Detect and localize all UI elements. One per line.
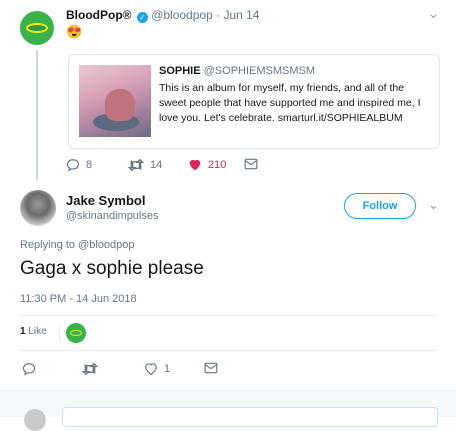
like-count: 210 [208, 158, 227, 171]
likes-stat-count: 1 [20, 326, 26, 337]
avatar-ring-graphic [26, 23, 48, 33]
tweet2-display-name[interactable]: Jake Symbol [66, 193, 146, 208]
message-action[interactable] [244, 158, 264, 170]
tweet1-display-name[interactable]: BloodPop® [66, 8, 132, 22]
retweet-action[interactable]: 14 [128, 158, 162, 172]
tweet1-handle[interactable]: @bloodpop [151, 8, 213, 22]
retweet-icon [82, 362, 98, 376]
stat-separator [59, 325, 60, 341]
tweet1-date[interactable]: Jun 14 [223, 8, 259, 22]
divider [20, 315, 436, 316]
tweet2-text: Gaga x sophie please [20, 258, 204, 279]
retweet-count: 14 [150, 159, 163, 171]
quote-display-name: SOPHIE [159, 65, 201, 77]
thread-connector-line [36, 50, 38, 180]
quote-handle: @SOPHIEMSMSMSM [203, 65, 316, 77]
heart-icon [189, 159, 201, 171]
verified-badge-icon: ✓ [136, 12, 148, 23]
reply-action[interactable] [22, 362, 42, 376]
replying-to-text: Replying to @bloodpop [20, 239, 135, 251]
liker-avatar[interactable] [66, 323, 86, 343]
quoted-tweet-card[interactable]: SOPHIE @SOPHIEMSMSMSM This is an album f… [68, 54, 440, 149]
message-icon [204, 362, 218, 374]
tweet1-header: BloodPop® ✓ @bloodpop · Jun 14 [66, 8, 259, 23]
album-art-figure [105, 89, 135, 121]
message-icon [244, 158, 258, 170]
likes-stat[interactable]: 1 Like [20, 326, 47, 337]
album-cover-image [79, 65, 151, 137]
quote-text: This is an album for myself, my friends,… [159, 82, 421, 124]
message-action[interactable] [204, 362, 224, 374]
like-action[interactable]: 210 [188, 158, 226, 171]
follow-button[interactable]: Follow [344, 193, 416, 219]
reply-input[interactable] [62, 407, 438, 427]
reply-count: 8 [86, 159, 93, 171]
heart-icon [145, 363, 157, 375]
tweet2-timestamp[interactable]: 11:30 PM - 14 Jun 2018 [20, 293, 137, 305]
tweet2-handle[interactable]: @skinandimpulses [66, 210, 159, 222]
retweet-icon [128, 158, 144, 172]
quote-header: SOPHIE @SOPHIEMSMSMSM [159, 65, 315, 77]
reply-action[interactable]: 8 [66, 158, 92, 172]
tweet1-text: 😍 [66, 24, 83, 39]
divider [20, 350, 436, 351]
like-count: 1 [164, 362, 171, 375]
current-user-avatar[interactable] [24, 409, 46, 431]
liker-avatar-ring-graphic [70, 330, 82, 336]
chevron-down-icon[interactable]: ⌄ [428, 197, 439, 213]
reply-icon [22, 363, 36, 376]
likes-stat-label: Like [28, 326, 47, 337]
retweet-action[interactable] [82, 362, 104, 376]
reply-composer-strip [0, 390, 456, 431]
tweet1-separator: · [216, 8, 221, 22]
bloodpop-avatar[interactable] [20, 11, 54, 45]
chevron-down-icon[interactable]: ⌄ [428, 6, 439, 22]
jake-symbol-avatar[interactable] [20, 190, 56, 226]
reply-icon [66, 159, 80, 172]
like-action[interactable]: 1 [144, 362, 170, 375]
